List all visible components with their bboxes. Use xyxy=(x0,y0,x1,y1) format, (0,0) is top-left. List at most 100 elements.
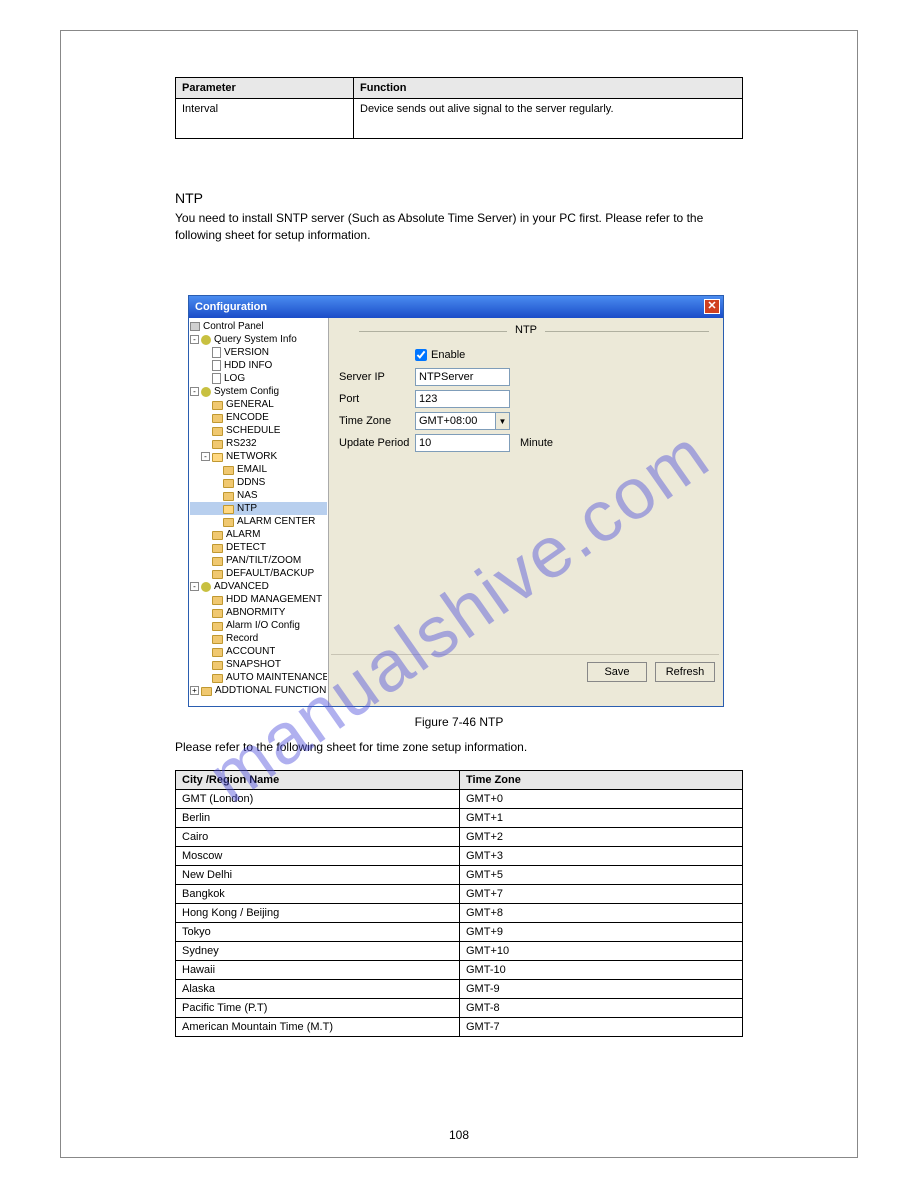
nav-tree: Control Panel -Query System InfoVERSIONH… xyxy=(189,318,329,706)
collapse-icon[interactable]: - xyxy=(190,582,199,591)
tree-label: DETECT xyxy=(226,541,266,554)
table-row: BangkokGMT+7 xyxy=(176,885,743,904)
tz-zone: GMT-9 xyxy=(460,980,743,999)
td-param: Interval xyxy=(176,99,354,139)
tz-th-zone: Time Zone xyxy=(460,771,743,790)
form-pane: NTP Enable Server IP Port Time Zone GMT+… xyxy=(329,318,723,706)
tz-th-city: City /Region Name xyxy=(176,771,460,790)
tz-zone: GMT+5 xyxy=(460,866,743,885)
tree-item-pan-tilt-zoom[interactable]: PAN/TILT/ZOOM xyxy=(190,554,327,567)
collapse-icon[interactable]: - xyxy=(190,387,199,396)
tree-item-encode[interactable]: ENCODE xyxy=(190,411,327,424)
table-row: TokyoGMT+9 xyxy=(176,923,743,942)
parameter-table: Parameter Function Interval Device sends… xyxy=(175,77,743,139)
port-label: Port xyxy=(339,393,415,405)
folder-icon xyxy=(212,661,223,670)
tree-label: ENCODE xyxy=(226,411,269,424)
folder-icon xyxy=(212,635,223,644)
tree-label: NAS xyxy=(237,489,258,502)
enable-row: Enable xyxy=(339,344,713,366)
tree-label: AUTO MAINTENANCE xyxy=(226,671,327,684)
table-row: GMT (London)GMT+0 xyxy=(176,790,743,809)
tree-item-general[interactable]: GENERAL xyxy=(190,398,327,411)
folder-icon xyxy=(212,674,223,683)
tree-item-email[interactable]: EMAIL xyxy=(190,463,327,476)
section-body: You need to install SNTP server (Such as… xyxy=(175,210,735,244)
tree-label: ACCOUNT xyxy=(226,645,275,658)
tree-item-nas[interactable]: NAS xyxy=(190,489,327,502)
collapse-icon[interactable]: - xyxy=(190,335,199,344)
collapse-icon[interactable]: - xyxy=(201,452,210,461)
tree-item-ddns[interactable]: DDNS xyxy=(190,476,327,489)
page-icon xyxy=(212,373,221,384)
tree-item-default-backup[interactable]: DEFAULT/BACKUP xyxy=(190,567,327,580)
update-input[interactable] xyxy=(415,434,510,452)
tree-item-schedule[interactable]: SCHEDULE xyxy=(190,424,327,437)
chevron-down-icon: ▼ xyxy=(495,413,509,429)
save-button[interactable]: Save xyxy=(587,662,647,682)
tree-item-query-system-info[interactable]: - Query System Info xyxy=(190,333,327,346)
tz-city: Sydney xyxy=(176,942,460,961)
tree-item-alarm[interactable]: ALARM xyxy=(190,528,327,541)
tree-item-hdd-info[interactable]: HDD INFO xyxy=(190,359,327,372)
tree-label: ALARM CENTER xyxy=(237,515,315,528)
tree-item-alarm-center[interactable]: ALARM CENTER xyxy=(190,515,327,528)
timezone-label: Time Zone xyxy=(339,415,415,427)
port-input[interactable] xyxy=(415,390,510,408)
button-bar: Save Refresh xyxy=(331,654,719,682)
tz-zone: GMT+3 xyxy=(460,847,743,866)
page-number: 108 xyxy=(0,1128,918,1142)
tree-label: RS232 xyxy=(226,437,257,450)
tree-item-log[interactable]: LOG xyxy=(190,372,327,385)
tz-city: Hawaii xyxy=(176,961,460,980)
tree-label: SCHEDULE xyxy=(226,424,280,437)
tree-item-network[interactable]: - NETWORK xyxy=(190,450,327,463)
folder-icon xyxy=(212,648,223,657)
tree-item-abnormity[interactable]: ABNORMITY xyxy=(190,606,327,619)
tree-root[interactable]: Control Panel xyxy=(190,320,327,333)
tree-item-advanced[interactable]: - ADVANCED xyxy=(190,580,327,593)
tz-zone: GMT+1 xyxy=(460,809,743,828)
tree-label: HDD MANAGEMENT xyxy=(226,593,322,606)
tree-label: ABNORMITY xyxy=(226,606,285,619)
expand-icon[interactable]: + xyxy=(190,686,199,695)
tree-label: HDD INFO xyxy=(224,359,272,372)
tree-item-hdd-management[interactable]: HDD MANAGEMENT xyxy=(190,593,327,606)
tree-label: NETWORK xyxy=(226,450,277,463)
tree-item-record[interactable]: Record xyxy=(190,632,327,645)
tz-zone: GMT+8 xyxy=(460,904,743,923)
tree-item-alarm-i-o-config[interactable]: Alarm I/O Config xyxy=(190,619,327,632)
tz-city: American Mountain Time (M.T) xyxy=(176,1018,460,1037)
tree-item-auto-maintenance[interactable]: AUTO MAINTENANCE xyxy=(190,671,327,684)
table-row: Pacific Time (P.T)GMT-8 xyxy=(176,999,743,1018)
tree-item-rs232[interactable]: RS232 xyxy=(190,437,327,450)
tree-item-snapshot[interactable]: SNAPSHOT xyxy=(190,658,327,671)
tz-zone: GMT+2 xyxy=(460,828,743,847)
tree-item-system-config[interactable]: -System Config xyxy=(190,385,327,398)
close-icon[interactable]: ✕ xyxy=(704,299,720,314)
folder-icon xyxy=(212,544,223,553)
folder-icon xyxy=(212,596,223,605)
table-row: Hong Kong / BeijingGMT+8 xyxy=(176,904,743,923)
td-func: Device sends out alive signal to the ser… xyxy=(354,99,743,139)
tree-item-account[interactable]: ACCOUNT xyxy=(190,645,327,658)
figure-caption: Figure 7-46 NTP xyxy=(0,715,918,729)
config-dialog: Configuration ✕ Control Panel -Query Sys… xyxy=(188,295,724,707)
tree-label: Record xyxy=(226,632,258,645)
tree-label: ADVANCED xyxy=(214,580,269,593)
folder-icon xyxy=(212,427,223,436)
refresh-button[interactable]: Refresh xyxy=(655,662,715,682)
tz-city: Alaska xyxy=(176,980,460,999)
tree-item-version[interactable]: VERSION xyxy=(190,346,327,359)
serverip-input[interactable] xyxy=(415,368,510,386)
tree-label: Query System Info xyxy=(214,333,297,346)
tree-item-ntp[interactable]: NTP xyxy=(190,502,327,515)
serverip-label: Server IP xyxy=(339,371,415,383)
tree-item-addtional-function[interactable]: +ADDTIONAL FUNCTION xyxy=(190,684,327,697)
table-row: New DelhiGMT+5 xyxy=(176,866,743,885)
table-row: CairoGMT+2 xyxy=(176,828,743,847)
timezone-select[interactable]: GMT+08:00 ▼ xyxy=(415,412,510,430)
tree-item-detect[interactable]: DETECT xyxy=(190,541,327,554)
folder-icon xyxy=(223,492,234,501)
enable-checkbox[interactable] xyxy=(415,349,427,361)
